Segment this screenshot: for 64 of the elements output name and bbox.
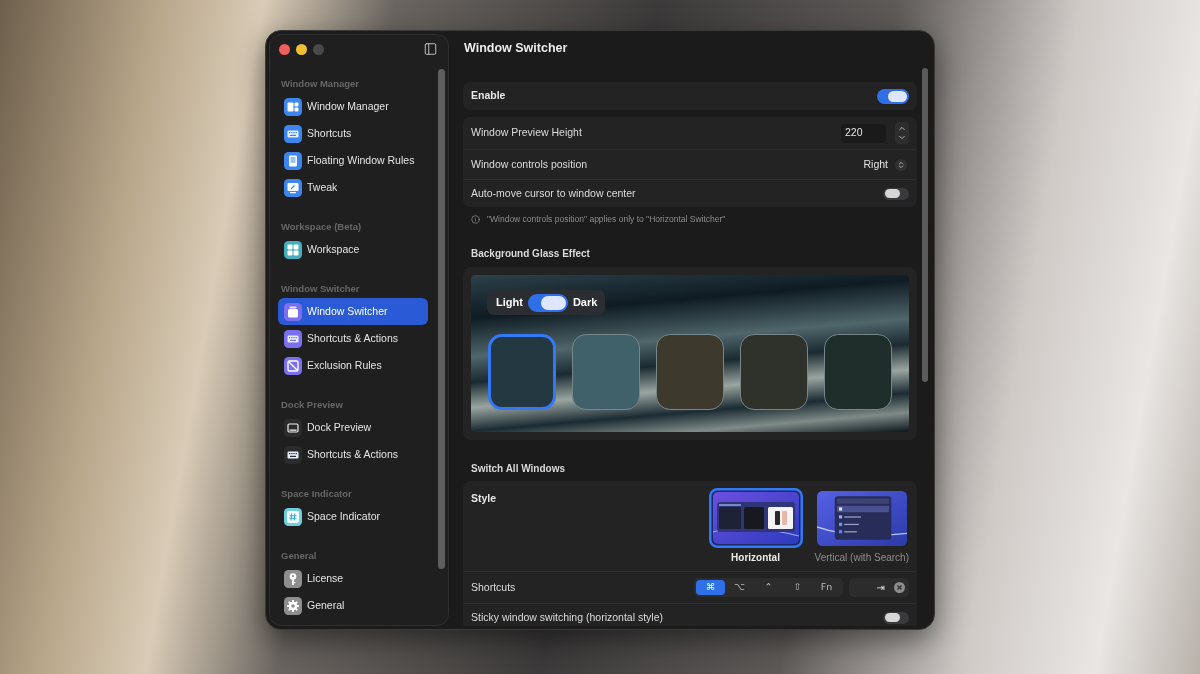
section-title: Background Glass Effect	[471, 246, 590, 261]
glass-swatch-icon[interactable]	[740, 334, 808, 410]
setting-label: Enable	[471, 88, 506, 104]
section-title: Switch All Windows	[471, 461, 565, 476]
sidebar-item[interactable]: Window Manager	[278, 93, 428, 120]
clear-icon[interactable]	[894, 582, 905, 593]
glass-swatch-icon[interactable]	[488, 334, 556, 410]
sidebar-item[interactable]: Dock Preview	[278, 414, 428, 441]
sidebar-item[interactable]: Shortcuts	[278, 120, 428, 147]
number-field[interactable]: 220	[841, 123, 886, 143]
scrollbar[interactable]	[922, 68, 928, 382]
sidebar-section-header: General	[280, 548, 318, 563]
sidebar-section-header: Window Switcher	[280, 281, 361, 296]
enable-toggle[interactable]	[877, 88, 909, 104]
sidebar-scrollbar[interactable]	[438, 69, 445, 569]
modifier-toggle[interactable]: ⌘	[696, 580, 725, 595]
appearance-toggle[interactable]	[527, 293, 568, 312]
glass-swatch-icon[interactable]	[656, 334, 724, 410]
sidebar-section-header: Window Manager	[280, 76, 361, 91]
glass-swatch-icon[interactable]	[572, 334, 640, 410]
sidebar-section-header: Workspace (Beta)	[280, 219, 363, 234]
position-select[interactable]: Right	[863, 156, 909, 173]
toggle-switch[interactable]	[883, 611, 909, 624]
horizontal-switcher-preview[interactable]	[708, 488, 803, 548]
stepper[interactable]	[895, 122, 909, 144]
toggle-switch[interactable]	[883, 187, 909, 200]
setting-label: Window Preview Height	[471, 125, 582, 141]
sidebar-section-header: Dock Preview	[280, 397, 344, 412]
sidebar-item[interactable]: Workspace	[278, 236, 428, 263]
glass-swatch-icon[interactable]	[824, 334, 892, 410]
setting-label: Auto-move cursor to window center	[471, 185, 636, 201]
sidebar-item[interactable]: Space Indicator	[278, 503, 428, 530]
sidebar-item[interactable]: Shortcuts & Actions	[278, 441, 428, 468]
close-icon[interactable]	[279, 43, 290, 55]
sidebar-toggle-icon[interactable]	[423, 42, 438, 56]
footnote-text: "Window controls position" applies only to "Horizontal Switcher"	[487, 212, 726, 226]
style-option-label: Horizontal	[731, 551, 780, 565]
sidebar-item[interactable]: Exclusion Rules	[278, 352, 428, 379]
sidebar-item[interactable]: Floating Window Rules	[278, 147, 428, 174]
setting-label: Window controls position	[471, 156, 588, 172]
dark-label: Dark	[572, 295, 598, 311]
sidebar-item[interactable]: General	[278, 592, 428, 619]
minimize-icon[interactable]	[296, 43, 307, 55]
chevron-up-icon[interactable]	[897, 124, 907, 133]
light-label: Light	[496, 295, 523, 311]
up-down-chevron-icon	[895, 158, 907, 171]
sidebar-section-header: Space Indicator	[280, 486, 353, 501]
modifier-toggle[interactable]: ⌃	[754, 580, 783, 595]
info-icon	[471, 214, 480, 224]
sidebar-item[interactable]: License	[278, 565, 428, 592]
vertical-switcher-preview[interactable]	[816, 490, 907, 546]
page-title: Window Switcher	[464, 39, 568, 57]
shortcut-key-field[interactable]: ⇥	[849, 578, 909, 597]
modifier-toggle[interactable]: ⇧	[783, 580, 812, 595]
setting-label: Shortcuts	[471, 579, 516, 595]
sidebar-item[interactable]: Window Switcher	[278, 298, 428, 325]
modifier-toggle[interactable]: Fn	[812, 580, 841, 595]
setting-label: Sticky window switching (horizontal style)	[471, 609, 663, 625]
sidebar-item[interactable]: Tweak	[278, 174, 428, 201]
modifier-toggle[interactable]: ⌥	[725, 580, 754, 595]
style-option-label: Vertical (with Search)	[814, 551, 909, 565]
chevron-down-icon[interactable]	[897, 133, 907, 142]
setting-label: Style	[471, 491, 497, 504]
sidebar-item[interactable]: Shortcuts & Actions	[278, 325, 428, 352]
